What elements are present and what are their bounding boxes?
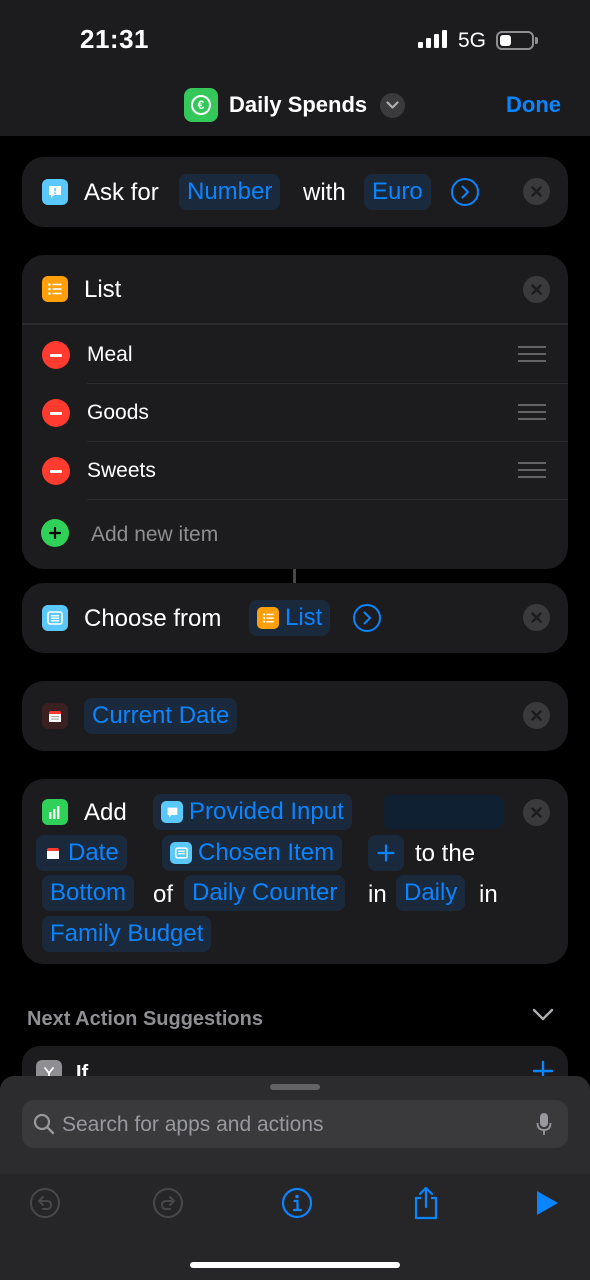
status-bar: 21:31 5G <box>0 0 590 80</box>
drag-handle-icon[interactable] <box>518 346 546 367</box>
add-to-spreadsheet-action[interactable]: Add Provided Input Date Chosen Item to t… <box>22 779 568 964</box>
euro-icon[interactable]: € <box>184 88 218 122</box>
suggestions-header: Next Action Suggestions <box>27 1008 263 1030</box>
list-item[interactable]: Meal <box>22 326 568 384</box>
play-icon[interactable] <box>530 1186 564 1220</box>
search-placeholder[interactable]: Search for apps and actions <box>62 1113 324 1137</box>
speech-bubble-icon <box>161 801 183 823</box>
chosen-item-token[interactable]: Chosen Item <box>162 835 343 871</box>
add-variable-button[interactable] <box>368 835 404 871</box>
close-icon[interactable] <box>523 799 550 826</box>
ask-for-action[interactable]: Ask for Number with Euro <box>22 157 568 227</box>
chevron-down-icon[interactable] <box>380 93 405 118</box>
chart-icon <box>42 799 68 825</box>
info-icon[interactable] <box>280 1186 314 1220</box>
list-title: List <box>84 276 122 303</box>
date-token-label: Date <box>68 839 119 866</box>
to-the-label: to the <box>415 840 476 867</box>
battery-icon <box>496 31 538 50</box>
list-token-label: List <box>285 604 323 631</box>
list-item[interactable]: Goods <box>22 384 568 442</box>
remove-item-button[interactable] <box>42 399 70 427</box>
add-label: Add <box>84 799 127 826</box>
home-indicator <box>190 1262 400 1268</box>
daily-counter-token[interactable]: Daily Counter <box>184 875 346 911</box>
drag-handle-icon[interactable] <box>518 462 546 483</box>
choose-from-label: Choose from <box>84 605 222 632</box>
list-item-label[interactable]: Sweets <box>87 459 156 483</box>
empty-token-placeholder[interactable] <box>383 795 503 829</box>
current-date-action[interactable]: Current Date <box>22 681 568 751</box>
close-icon[interactable] <box>523 702 550 729</box>
status-time: 21:31 <box>80 24 149 54</box>
done-button[interactable]: Done <box>506 92 561 118</box>
list-icon <box>257 607 279 629</box>
action-connector <box>293 569 296 583</box>
nav-bar: € Daily Spends Done <box>0 80 590 136</box>
add-item-icon[interactable] <box>41 519 69 547</box>
action-search-sheet: Search for apps and actions <box>0 1076 590 1280</box>
share-icon[interactable] <box>409 1186 443 1220</box>
with-label: with <box>303 179 346 206</box>
calendar-icon <box>44 844 62 862</box>
list-item[interactable]: Sweets <box>22 442 568 500</box>
search-icon <box>33 1113 55 1140</box>
choose-list-icon <box>170 842 192 864</box>
date-token[interactable]: Date <box>36 835 127 871</box>
sheet-grabber[interactable] <box>270 1084 320 1090</box>
chevron-down-icon[interactable] <box>532 1008 554 1027</box>
remove-item-button[interactable] <box>42 341 70 369</box>
euro-token[interactable]: Euro <box>364 174 431 210</box>
expand-arrow-icon[interactable] <box>353 604 381 632</box>
provided-input-token[interactable]: Provided Input <box>153 794 352 830</box>
redo-icon[interactable] <box>151 1186 185 1220</box>
microphone-icon[interactable] <box>536 1112 552 1141</box>
network-type: 5G <box>458 29 487 52</box>
drag-handle-icon[interactable] <box>518 404 546 425</box>
close-icon[interactable] <box>523 604 550 631</box>
calendar-icon <box>42 703 68 729</box>
current-date-token[interactable]: Current Date <box>84 698 238 734</box>
undo-icon[interactable] <box>28 1186 62 1220</box>
add-item-row[interactable]: Add new item <box>22 505 568 563</box>
search-field[interactable]: Search for apps and actions <box>22 1100 568 1148</box>
signal-icon <box>418 30 447 48</box>
ask-for-label: Ask for <box>84 179 159 206</box>
shortcut-title[interactable]: Daily Spends <box>229 92 367 118</box>
close-icon[interactable] <box>523 178 550 205</box>
list-token[interactable]: List <box>249 600 331 636</box>
family-budget-token[interactable]: Family Budget <box>42 916 212 952</box>
list-divider <box>22 323 568 325</box>
expand-arrow-icon[interactable] <box>451 178 479 206</box>
in-label-2: in <box>479 881 498 908</box>
remove-item-button[interactable] <box>42 457 70 485</box>
number-token[interactable]: Number <box>179 174 281 210</box>
list-action[interactable]: List Meal Goods Sweets Add new item <box>22 255 568 569</box>
add-item-label[interactable]: Add new item <box>91 523 218 547</box>
in-label: in <box>368 881 387 908</box>
speech-bubble-icon <box>42 179 68 205</box>
list-item-label[interactable]: Meal <box>87 343 133 367</box>
of-label: of <box>153 881 174 908</box>
list-item-label[interactable]: Goods <box>87 401 149 425</box>
close-icon[interactable] <box>523 276 550 303</box>
daily-token[interactable]: Daily <box>396 875 466 911</box>
chosen-item-label: Chosen Item <box>198 839 335 866</box>
list-icon <box>42 276 68 302</box>
euro-glyph: € <box>191 95 211 115</box>
bottom-token[interactable]: Bottom <box>42 875 135 911</box>
choose-list-icon <box>42 605 68 631</box>
provided-input-label: Provided Input <box>189 798 344 825</box>
choose-from-action[interactable]: Choose from List <box>22 583 568 653</box>
